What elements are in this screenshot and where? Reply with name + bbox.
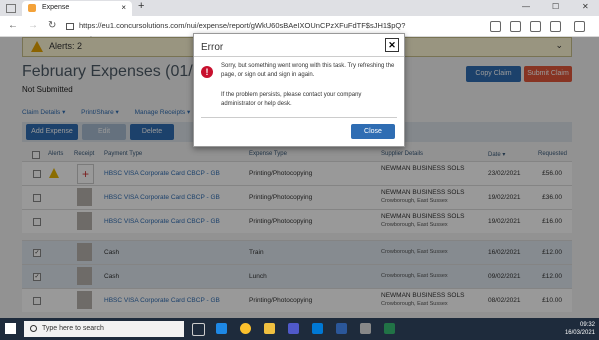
tab-actions-icon[interactable] <box>6 4 16 13</box>
more-menu-icon[interactable] <box>574 21 585 32</box>
dialog-close-icon[interactable]: ✕ <box>385 38 399 52</box>
reader-icon[interactable] <box>490 21 501 32</box>
clock-time: 09:32 <box>579 322 595 328</box>
tab-title: Expense <box>42 4 70 11</box>
refresh-button[interactable]: ↻ <box>48 20 56 31</box>
file-explorer-icon[interactable] <box>264 323 275 334</box>
excel-icon[interactable] <box>384 323 395 334</box>
divider <box>201 117 397 118</box>
divider <box>194 56 404 57</box>
word-icon[interactable] <box>336 323 347 334</box>
chrome-icon[interactable] <box>240 323 251 334</box>
task-view-icon[interactable] <box>192 323 205 336</box>
error-dialog: Error ✕ ! Sorry, but something went wron… <box>193 33 405 147</box>
windows-taskbar: Type here to search 09:32 16/03/2021 <box>0 318 599 340</box>
new-tab-button[interactable]: + <box>138 0 144 12</box>
browser-tab-bar: Expense × + — ☐ ✕ <box>0 0 599 16</box>
browser-tab-expense[interactable]: Expense × <box>22 1 132 16</box>
system-clock[interactable]: 09:32 16/03/2021 <box>560 321 595 337</box>
minimize-button[interactable]: — <box>522 2 530 11</box>
search-icon <box>30 325 37 332</box>
error-message: Sorry, but something went wrong with thi… <box>221 63 395 78</box>
outlook-icon[interactable] <box>312 323 323 334</box>
error-icon: ! <box>201 66 213 78</box>
clock-date: 16/03/2021 <box>564 330 595 336</box>
teams-icon[interactable] <box>288 323 299 334</box>
dialog-title: Error <box>201 42 224 53</box>
profile-icon[interactable] <box>550 21 561 32</box>
lock-icon <box>66 22 74 30</box>
concur-favicon-icon <box>28 4 36 12</box>
address-bar[interactable]: https://eu1.concursolutions.com/nui/expe… <box>66 19 466 44</box>
close-button[interactable]: Close <box>351 124 395 139</box>
window-close-button[interactable]: ✕ <box>582 2 589 11</box>
back-button[interactable]: ← <box>8 20 18 31</box>
tab-close-icon[interactable]: × <box>121 3 126 12</box>
forward-button[interactable]: → <box>28 20 38 31</box>
collections-icon[interactable] <box>530 21 541 32</box>
error-help-message: If the problem persists, please contact … <box>221 92 362 107</box>
search-placeholder: Type here to search <box>42 325 104 332</box>
unknown-icon[interactable] <box>360 323 371 334</box>
edge-icon[interactable] <box>216 323 227 334</box>
taskbar-search[interactable]: Type here to search <box>24 321 184 337</box>
maximize-button[interactable]: ☐ <box>552 2 559 11</box>
favorites-star-icon[interactable] <box>510 21 521 32</box>
windows-start-icon[interactable] <box>5 323 16 334</box>
